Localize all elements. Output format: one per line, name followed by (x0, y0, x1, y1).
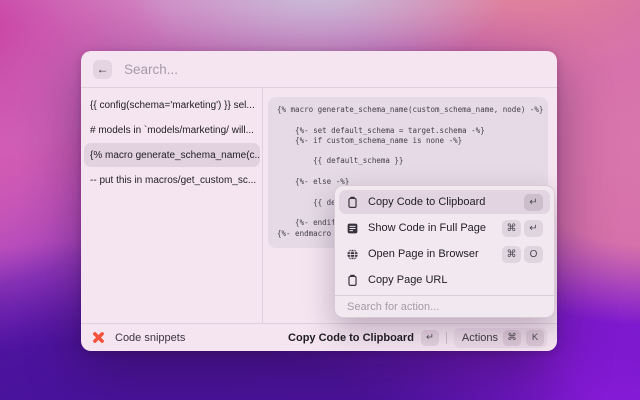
clipboard-icon (346, 196, 359, 209)
o-key-badge: O (524, 245, 543, 263)
actions-label: Actions (461, 331, 498, 344)
primary-action-button[interactable]: Copy Code to Clipboard (288, 332, 414, 344)
actions-button[interactable]: Actions ⌘ K (453, 327, 547, 348)
search-bar: ← (81, 51, 557, 88)
footer-actions: Copy Code to Clipboard ↵ Actions ⌘ K (288, 327, 547, 348)
footer-bar: Code snippets Copy Code to Clipboard ↵ A… (81, 323, 557, 351)
app-window: ← {{ config(schema='marketing') }} sel..… (81, 51, 557, 351)
command-key-badge: ⌘ (502, 245, 521, 263)
menu-item-show-full-page[interactable]: Show Code in Full Page ⌘ ↵ (339, 215, 550, 241)
actions-menu: Copy Code to Clipboard ↵ Show Code in Fu… (334, 185, 555, 318)
action-search-row (335, 296, 554, 317)
list-item[interactable]: # models in `models/marketing/ will... (84, 118, 260, 142)
menu-item-open-browser[interactable]: Open Page in Browser ⌘ O (339, 241, 550, 267)
menu-item-label: Copy Code to Clipboard (368, 196, 486, 208)
command-key-badge: ⌘ (502, 219, 521, 237)
app-identity: Code snippets (91, 330, 185, 345)
actions-menu-list: Copy Code to Clipboard ↵ Show Code in Fu… (335, 186, 554, 293)
command-key-badge: ⌘ (503, 329, 521, 346)
app-name: Code snippets (115, 331, 186, 344)
back-button[interactable]: ← (93, 59, 112, 79)
back-arrow-icon: ← (96, 62, 109, 76)
menu-item-label: Copy Page URL (368, 274, 448, 286)
menu-item-copy-url[interactable]: Copy Page URL (339, 267, 550, 293)
list-item[interactable]: {{ config(schema='marketing') }} sel... (84, 93, 260, 117)
k-key-badge: K (526, 329, 544, 346)
footer-separator (445, 331, 447, 344)
menu-item-label: Show Code in Full Page (368, 222, 487, 234)
full-page-icon (346, 222, 359, 235)
globe-icon (346, 248, 359, 261)
snippet-list: {{ config(schema='marketing') }} sel... … (81, 88, 263, 323)
action-search-input[interactable] (347, 300, 542, 313)
return-key-badge: ↵ (524, 219, 543, 237)
clipboard-icon (346, 274, 359, 287)
list-item-selected[interactable]: {% macro generate_schema_name(c... (84, 143, 260, 167)
return-key-badge: ↵ (524, 193, 543, 211)
list-item[interactable]: -- put this in macros/get_custom_sc... (84, 168, 260, 192)
menu-item-copy-code[interactable]: Copy Code to Clipboard ↵ (339, 190, 550, 214)
search-input[interactable] (124, 61, 545, 77)
return-key-badge: ↵ (420, 329, 439, 346)
dbt-logo-icon (91, 330, 106, 345)
menu-item-label: Open Page in Browser (368, 248, 479, 260)
